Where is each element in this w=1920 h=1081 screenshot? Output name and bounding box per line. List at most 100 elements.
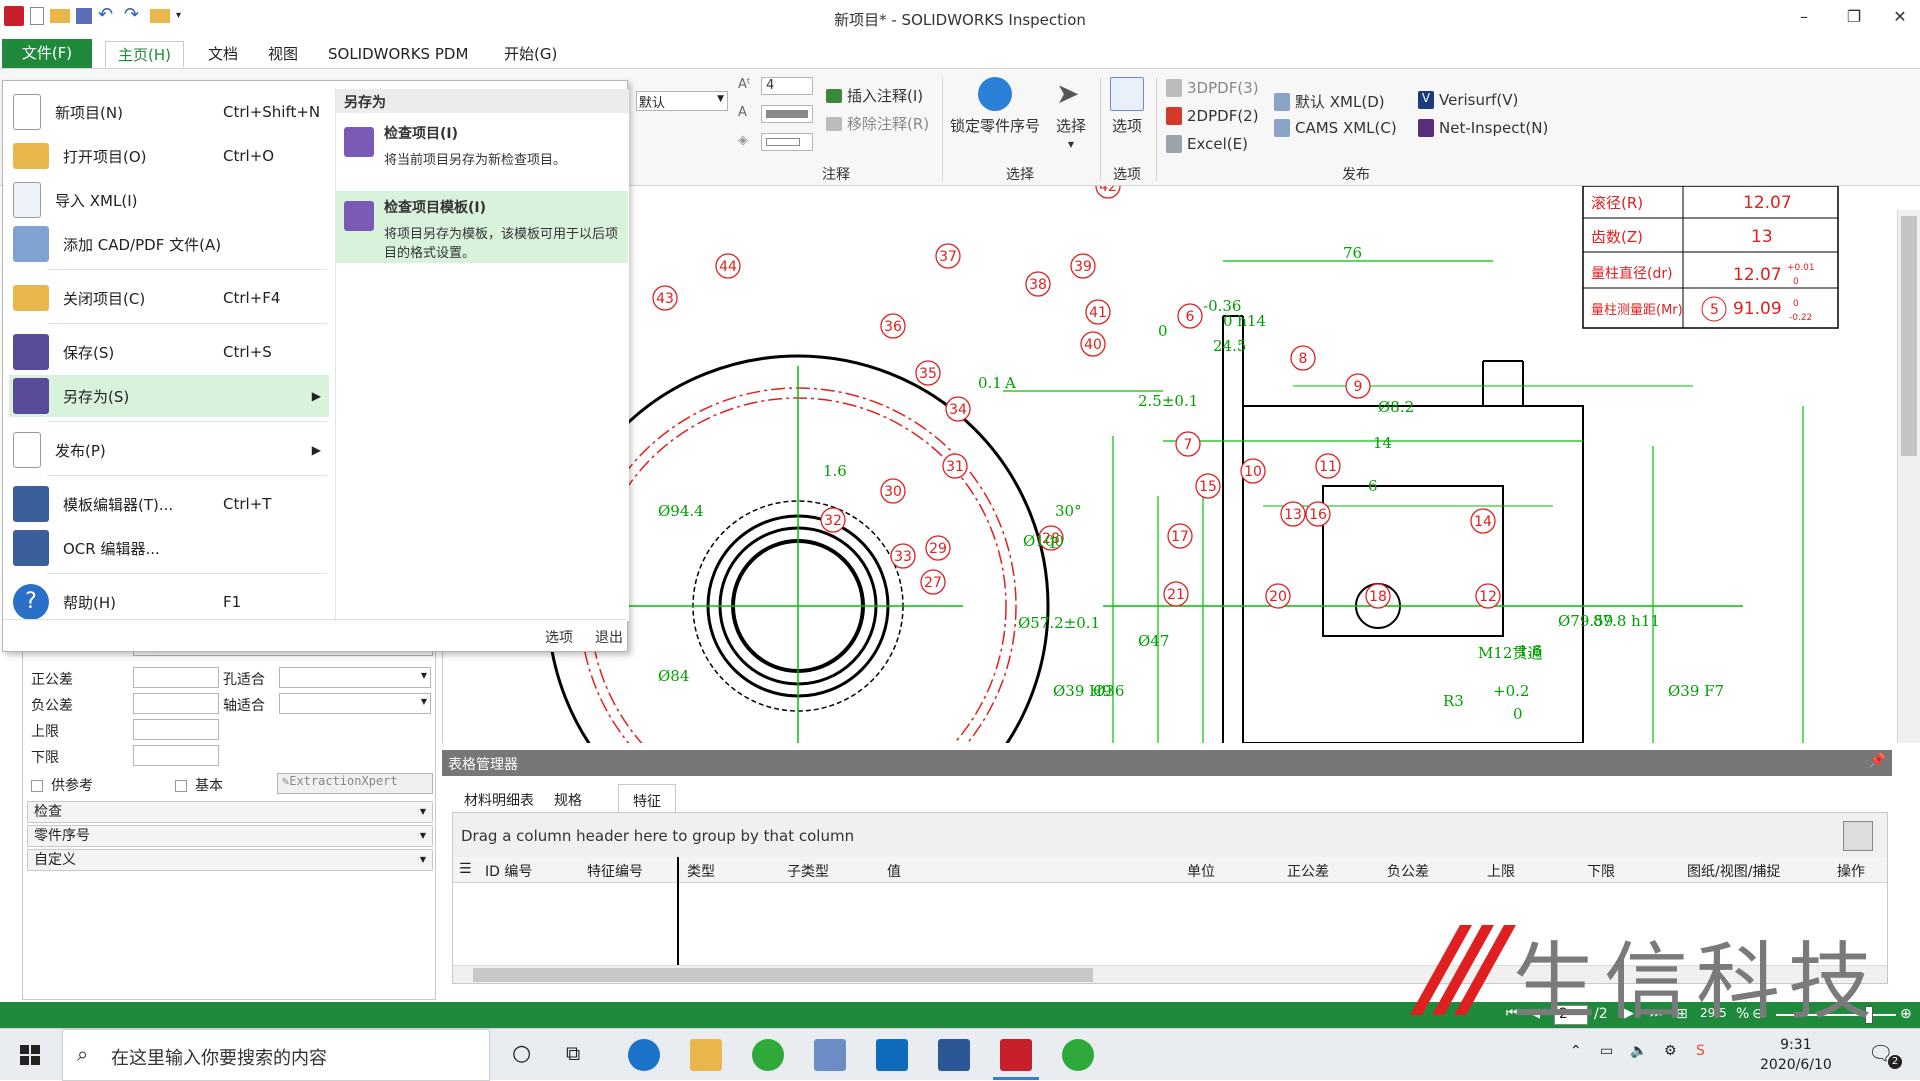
wechat-icon[interactable] xyxy=(1062,1039,1094,1071)
zoom-in-icon[interactable]: ⊕ xyxy=(1900,1006,1912,1022)
mail-icon[interactable] xyxy=(814,1039,846,1071)
column-plus-tol[interactable]: 正公差 xyxy=(1287,861,1329,881)
tab-bom[interactable]: 材料明细表 xyxy=(452,788,546,812)
pin-icon[interactable]: 📌 xyxy=(1869,753,1886,769)
network-icon[interactable]: ⚙ xyxy=(1664,1043,1677,1059)
ie-icon[interactable] xyxy=(752,1039,784,1071)
balloon[interactable]: 38 xyxy=(1025,271,1051,297)
column-lower[interactable]: 下限 xyxy=(1587,861,1615,881)
outlook-icon[interactable] xyxy=(876,1039,908,1071)
balloon[interactable]: 36 xyxy=(880,313,906,339)
menu-help[interactable]: ? 帮助(H) F1 xyxy=(9,581,329,623)
save-as-inspection-project[interactable]: 检查项目(I) 将当前项目另存为新检查项目。 xyxy=(336,117,628,174)
balloon[interactable]: 7 xyxy=(1175,431,1201,457)
fill-color-control[interactable]: ◈ xyxy=(738,133,813,151)
cortana-icon[interactable]: ○ xyxy=(512,1041,531,1066)
balloon[interactable]: 10 xyxy=(1240,458,1266,484)
column-value[interactable]: 值 xyxy=(887,861,901,881)
edge-icon[interactable] xyxy=(628,1039,660,1071)
column-unit[interactable]: 单位 xyxy=(1187,861,1215,881)
column-upper[interactable]: 上限 xyxy=(1487,861,1515,881)
balloon[interactable]: 16 xyxy=(1305,501,1331,527)
tab-home[interactable]: 主页(H) xyxy=(105,41,184,67)
section-inspection[interactable]: 检查 ▼ xyxy=(27,801,433,823)
font-size-control[interactable]: Aᵗ 4 xyxy=(738,77,813,95)
close-button[interactable]: ✕ xyxy=(1880,4,1920,30)
taskbar-clock[interactable]: 9:31 2020/6/10 xyxy=(1760,1035,1832,1075)
lower-limit-field[interactable] xyxy=(133,745,219,766)
balloon[interactable]: 12 xyxy=(1475,583,1501,609)
menu-import-xml[interactable]: 导入 XML(I) xyxy=(9,179,329,221)
balloon[interactable]: 9 xyxy=(1345,373,1371,399)
balloon[interactable]: 37 xyxy=(935,243,961,269)
menu-ocr-editor[interactable]: OCR 编辑器... xyxy=(9,527,329,569)
menu-publish[interactable]: 发布(P) ▶ xyxy=(9,429,329,471)
net-inspect-button[interactable]: Net-Inspect(N) xyxy=(1418,119,1548,137)
menu-new-project[interactable]: 新项目(N) Ctrl+Shift+N xyxy=(9,91,329,133)
balloon[interactable]: 33 xyxy=(890,543,916,569)
text-color-field[interactable] xyxy=(761,105,813,123)
engineering-drawing[interactable]: 4245444337393836404168935343130332932282… xyxy=(443,186,1897,743)
word-icon[interactable] xyxy=(938,1039,970,1071)
basic-checkbox[interactable]: 基本 xyxy=(175,775,223,795)
balloon[interactable]: 42 xyxy=(1095,186,1121,199)
menu-template-editor[interactable]: 模板编辑器(T)... Ctrl+T xyxy=(9,483,329,525)
balloon[interactable]: 34 xyxy=(945,396,971,422)
section-custom[interactable]: 自定义 ▼ xyxy=(27,849,433,871)
minimize-button[interactable]: – xyxy=(1784,4,1824,30)
group-by-panel[interactable]: Drag a column header here to group by th… xyxy=(453,813,1887,857)
verisurf-button[interactable]: V Verisurf(V) xyxy=(1418,91,1518,109)
balloon[interactable]: 41 xyxy=(1085,299,1111,325)
select-button[interactable]: ➤ 选择 ▼ xyxy=(1056,77,1086,149)
plus-tolerance-field[interactable] xyxy=(133,667,219,688)
balloon[interactable]: 13 xyxy=(1280,501,1306,527)
taskbar-search[interactable]: ⌕ 在这里输入你要搜索的内容 xyxy=(62,1029,490,1081)
drawing-canvas[interactable]: 4245444337393836404168935343130332932282… xyxy=(442,186,1897,743)
balloon[interactable]: 14 xyxy=(1470,508,1496,534)
balloon[interactable]: 39 xyxy=(1070,253,1096,279)
column-type[interactable]: 类型 xyxy=(687,861,715,881)
exit-link[interactable]: 退出 xyxy=(595,627,623,647)
balloon[interactable]: 31 xyxy=(942,453,968,479)
font-size-field[interactable]: 4 xyxy=(761,77,813,95)
style-dropdown[interactable]: 默认 ▼ xyxy=(636,91,728,111)
shaft-fit-select[interactable]: ▼ xyxy=(279,693,431,714)
menu-save[interactable]: 保存(S) Ctrl+S xyxy=(9,331,329,373)
fill-field[interactable] xyxy=(761,133,813,151)
extraction-xpert-button[interactable]: ✎ExtractionXpert xyxy=(277,773,433,794)
text-color-control[interactable]: A xyxy=(738,105,813,123)
cams-xml-button[interactable]: CAMS XML(C) xyxy=(1274,119,1397,137)
volume-icon[interactable]: 🔈 xyxy=(1630,1043,1647,1059)
tab-start[interactable]: 开始(G) xyxy=(492,41,569,67)
tab-spec[interactable]: 规格 xyxy=(542,788,594,812)
balloon[interactable]: 32 xyxy=(820,507,846,533)
file-explorer-icon[interactable] xyxy=(690,1039,722,1071)
reference-checkbox[interactable]: 供参考 xyxy=(31,775,93,795)
column-sheet-view[interactable]: 图纸/视图/捕捉 xyxy=(1687,861,1780,881)
sogou-input-icon[interactable]: S xyxy=(1696,1043,1705,1059)
balloon[interactable]: 27 xyxy=(920,569,946,595)
balloon[interactable]: 29 xyxy=(925,535,951,561)
balloon[interactable]: 40 xyxy=(1080,331,1106,357)
balloon[interactable]: 15 xyxy=(1195,473,1221,499)
minus-tolerance-field[interactable] xyxy=(133,693,219,714)
publish-excel-button[interactable]: Excel(E) xyxy=(1166,135,1248,153)
balloon[interactable]: 11 xyxy=(1315,453,1341,479)
balloon[interactable]: 35 xyxy=(915,360,941,386)
balloon[interactable]: 20 xyxy=(1265,583,1291,609)
balloon[interactable]: 18 xyxy=(1365,583,1391,609)
balloon[interactable]: 8 xyxy=(1290,345,1316,371)
lock-balloon-button[interactable]: 锁定零件序号 xyxy=(950,77,1040,136)
upper-limit-field[interactable] xyxy=(133,719,219,740)
balloon[interactable]: 21 xyxy=(1163,581,1189,607)
balloon[interactable]: 17 xyxy=(1167,523,1193,549)
section-balloon[interactable]: 零件序号 ▼ xyxy=(27,825,433,847)
balloon[interactable]: 30 xyxy=(880,478,906,504)
menu-close-project[interactable]: 关闭项目(C) Ctrl+F4 xyxy=(9,277,329,319)
balloon[interactable]: 6 xyxy=(1177,303,1203,329)
column-feature-no[interactable]: 特征编号 xyxy=(587,861,643,881)
tab-pdm[interactable]: SOLIDWORKS PDM xyxy=(316,41,480,67)
options-button[interactable]: 选项 xyxy=(1110,77,1144,136)
grid-settings-icon[interactable] xyxy=(1843,821,1873,851)
windows-start-icon[interactable] xyxy=(20,1045,40,1065)
